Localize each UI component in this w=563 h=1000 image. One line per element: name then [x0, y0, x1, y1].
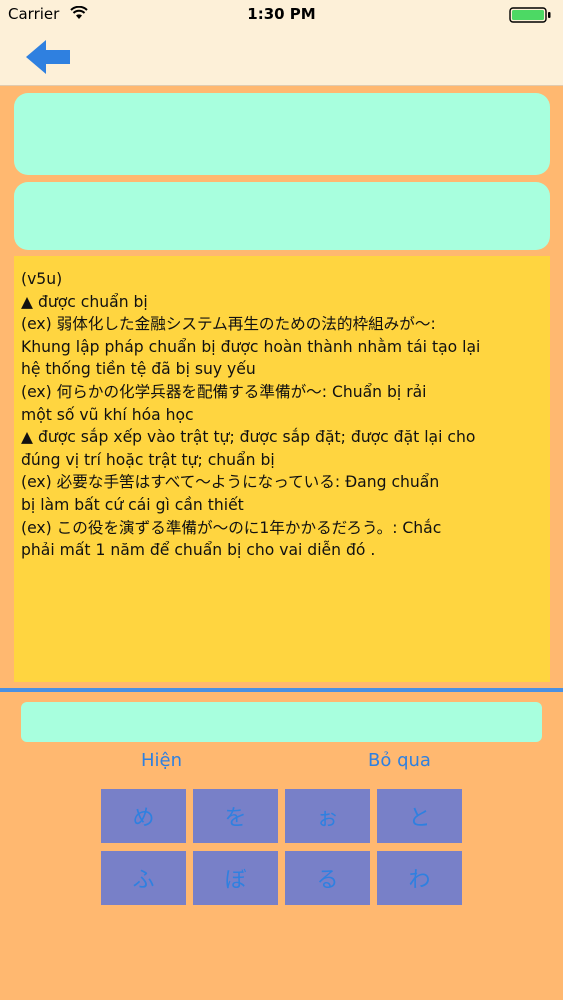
answer-input[interactable]	[21, 702, 542, 742]
word-card	[14, 93, 550, 175]
status-time: 1:30 PM	[247, 5, 316, 23]
meaning-line: (ex) 何らかの化学兵器を配備する準備が～: Chuẩn bị rải	[21, 382, 427, 401]
kana-key[interactable]: と	[377, 789, 462, 843]
meaning-line: phải mất 1 năm để chuẩn bị cho vai diễn …	[21, 541, 376, 560]
meaning-line: (ex) 必要な手筈はすべて～ようになっている: Đang chuẩn	[21, 473, 440, 492]
meaning-line: (v5u)	[21, 270, 63, 288]
show-button[interactable]: Hiện	[141, 750, 182, 771]
kana-key[interactable]: ふ	[101, 851, 186, 905]
meaning-line: một số vũ khí hóa học	[21, 405, 194, 424]
reading-card	[14, 182, 550, 250]
kana-key[interactable]: る	[285, 851, 370, 905]
kana-key[interactable]: ぼ	[193, 851, 278, 905]
meaning-line: bị làm bất cứ cái gì cần thiết	[21, 495, 244, 514]
kana-key[interactable]: ぉ	[285, 789, 370, 843]
meaning-line: Khung lập pháp chuẩn bị được hoàn thành …	[21, 337, 481, 356]
skip-button[interactable]: Bỏ qua	[368, 750, 431, 771]
kana-key[interactable]: め	[101, 789, 186, 843]
back-arrow-icon[interactable]	[20, 36, 76, 78]
meaning-line: ▲ được chuẩn bị	[21, 292, 148, 311]
kana-key[interactable]: を	[193, 789, 278, 843]
status-bar: Carrier 1:30 PM	[0, 0, 563, 30]
nav-bar	[0, 30, 563, 86]
kana-keyboard: め を ぉ と ふ ぼ る わ	[101, 789, 462, 905]
divider	[0, 688, 563, 692]
meaning-line: (ex) 弱体化した金融システム再生のための法的枠組みが～:	[21, 315, 436, 334]
meaning-line: hệ thống tiền tệ đã bị suy yếu	[21, 360, 256, 379]
meaning-line: (ex) この役を演ずる準備が～のに1年かかるだろう。: Chắc	[21, 518, 442, 537]
meaning-line: ▲ được sắp xếp vào trật tự; được sắp đặt…	[21, 428, 476, 447]
battery-icon	[509, 7, 551, 23]
meaning-panel: (v5u) ▲ được chuẩn bị (ex) 弱体化した金融システム再生…	[14, 256, 550, 682]
meaning-line: đúng vị trí hoặc trật tự; chuẩn bị	[21, 450, 275, 469]
kana-key[interactable]: わ	[377, 851, 462, 905]
